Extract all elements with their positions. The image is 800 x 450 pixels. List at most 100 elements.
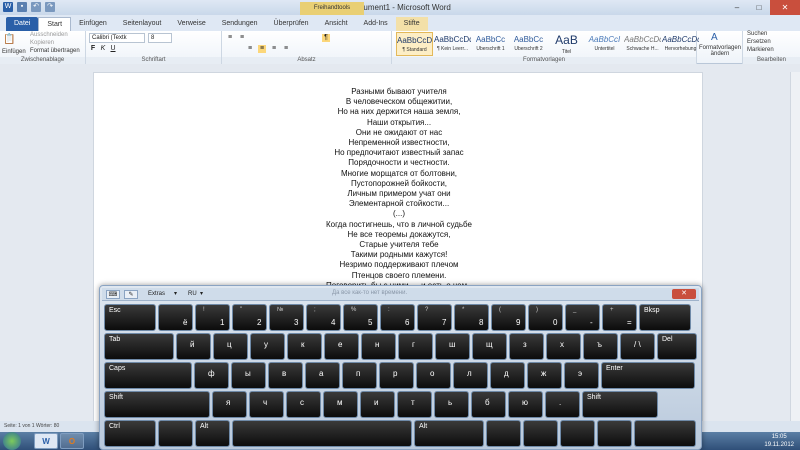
key-blank[interactable] (158, 420, 193, 447)
key-м[interactable]: м (323, 391, 358, 418)
style-heading-1[interactable]: AaBbCc Überschrift 1 (472, 32, 509, 56)
key-Tab[interactable]: Tab (104, 333, 174, 360)
language-select[interactable]: RU (188, 290, 197, 299)
bold-icon[interactable]: F (89, 45, 97, 53)
vertical-scrollbar[interactable] (790, 72, 800, 432)
outlook-taskbar-icon[interactable]: O (60, 433, 84, 449)
change-styles-button[interactable]: Formatvorlagen ändern (699, 45, 741, 57)
close-button[interactable]: ✕ (770, 0, 800, 15)
key-с[interactable]: с (286, 391, 321, 418)
tab-references[interactable]: Verweise (169, 17, 213, 31)
style-subtle-emphasis[interactable]: AaBbCcDd Schwache H... (624, 32, 661, 56)
key-з[interactable]: з (509, 333, 544, 360)
key-р[interactable]: р (379, 362, 414, 389)
key-blank[interactable] (560, 420, 595, 447)
key-э[interactable]: э (564, 362, 599, 389)
key-blank[interactable] (232, 420, 412, 447)
keyboard-icon[interactable]: ⌨ (106, 290, 120, 299)
key-а[interactable]: а (305, 362, 340, 389)
key-8[interactable]: * 8 (454, 304, 489, 331)
chevron-down-icon[interactable]: ▾ (174, 290, 177, 299)
key-blank[interactable] (523, 420, 558, 447)
tab-insert[interactable]: Einfügen (71, 17, 115, 31)
key-б[interactable]: б (471, 391, 506, 418)
tab-page-layout[interactable]: Seitenlayout (115, 17, 170, 31)
tab-start[interactable]: Start (38, 17, 72, 31)
style-title[interactable]: AaB Titel (548, 32, 585, 56)
key-ы[interactable]: ы (231, 362, 266, 389)
key-Shift[interactable]: Shift (582, 391, 658, 418)
key-ц[interactable]: ц (213, 333, 248, 360)
italic-icon[interactable]: K (99, 45, 107, 53)
key-у[interactable]: у (250, 333, 285, 360)
paste-icon[interactable]: 📋 (3, 34, 15, 45)
tab-pens[interactable]: Stifte (395, 17, 428, 31)
key-blank[interactable] (597, 420, 632, 447)
key-.[interactable]: . (545, 391, 580, 418)
keyboard-close-button[interactable]: ✕ (672, 289, 696, 299)
word-app-icon[interactable]: W (3, 2, 13, 12)
key-=[interactable]: + = (602, 304, 637, 331)
tab-view[interactable]: Ansicht (317, 17, 356, 31)
start-button[interactable] (3, 432, 21, 450)
key-1[interactable]: ! 1 (195, 304, 230, 331)
minimize-button[interactable]: – (726, 0, 748, 15)
key-ь[interactable]: ь (434, 391, 469, 418)
key-ю[interactable]: ю (508, 391, 543, 418)
extras-menu[interactable]: Extras (148, 290, 165, 299)
align-left-icon[interactable]: ≡ (246, 45, 254, 53)
key-Bksp[interactable]: Bksp (639, 304, 691, 331)
key-/ \[interactable]: / \ (620, 333, 655, 360)
style-standard[interactable]: AaBbCcDd ¶ Standard (396, 32, 433, 56)
show-marks-icon[interactable]: ¶ (322, 34, 330, 42)
format-painter-button[interactable]: Format übertragen (30, 48, 80, 54)
key-9[interactable]: (9 (491, 304, 526, 331)
key-7[interactable]: ? 7 (417, 304, 452, 331)
key-Ctrl[interactable]: Ctrl (104, 420, 156, 447)
font-size-select[interactable]: 8 (148, 33, 172, 43)
key-я[interactable]: я (212, 391, 247, 418)
chevron-down-icon[interactable]: ▾ (200, 290, 203, 299)
key-х[interactable]: х (546, 333, 581, 360)
key-ш[interactable]: ш (435, 333, 470, 360)
handwriting-icon[interactable]: ✎ (124, 290, 138, 299)
cut-button[interactable]: Ausschneiden (30, 32, 68, 38)
key-blank[interactable] (486, 420, 521, 447)
tab-mailings[interactable]: Sendungen (214, 17, 266, 31)
key-ф[interactable]: ф (194, 362, 229, 389)
key-п[interactable]: п (342, 362, 377, 389)
numbering-icon[interactable]: ≡ (238, 34, 246, 42)
key-ж[interactable]: ж (527, 362, 562, 389)
key-ч[interactable]: ч (249, 391, 284, 418)
align-right-icon[interactable]: ≡ (270, 45, 278, 53)
replace-button[interactable]: Ersetzen (747, 39, 771, 45)
style-subtitle[interactable]: AaBbCcI Untertitel (586, 32, 623, 56)
tab-review[interactable]: Überprüfen (266, 17, 317, 31)
key-5[interactable]: % 5 (343, 304, 378, 331)
key-Caps[interactable]: Caps (104, 362, 192, 389)
key-н[interactable]: н (361, 333, 396, 360)
key-4[interactable]: ; 4 (306, 304, 341, 331)
key-й[interactable]: й (176, 333, 211, 360)
paste-button[interactable]: Einfügen (2, 49, 26, 55)
save-icon[interactable]: ▪ (17, 2, 27, 12)
copy-button[interactable]: Kopieren (30, 40, 54, 46)
undo-icon[interactable]: ↶ (31, 2, 41, 12)
key-д[interactable]: д (490, 362, 525, 389)
key-Alt[interactable]: Alt (195, 420, 230, 447)
key-о[interactable]: о (416, 362, 451, 389)
key-Shift[interactable]: Shift (104, 391, 210, 418)
underline-icon[interactable]: U (109, 45, 117, 53)
key-6[interactable]: :6 (380, 304, 415, 331)
clock[interactable]: 15:05 19.11.2012 (764, 433, 794, 449)
align-center-icon[interactable]: ≡ (258, 45, 266, 53)
style-emphasis[interactable]: AaBbCcDd Hervorhebung (662, 32, 699, 56)
key-ё[interactable]: ё (158, 304, 193, 331)
key-0[interactable]: ) 0 (528, 304, 563, 331)
key-к[interactable]: к (287, 333, 322, 360)
font-name-select[interactable]: Calibri (Textk (89, 33, 145, 43)
key-т[interactable]: т (397, 391, 432, 418)
justify-icon[interactable]: ≡ (282, 45, 290, 53)
key-Esc[interactable]: Esc (104, 304, 156, 331)
key--[interactable]: _ - (565, 304, 600, 331)
